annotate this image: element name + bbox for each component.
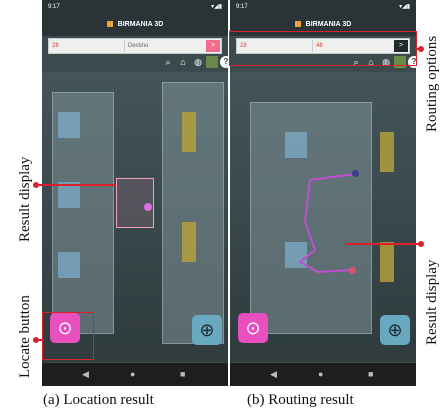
android-nav-bar: ◀ ● ■ — [230, 363, 416, 386]
window — [58, 182, 80, 208]
android-nav-bar: ◀ ● ■ — [42, 363, 228, 386]
search-icon[interactable]: ⌕ — [162, 56, 174, 68]
label-result-display: Result display — [424, 259, 440, 345]
window — [58, 112, 80, 138]
home-button-icon[interactable]: ● — [130, 369, 135, 379]
caption-location-result: (a) Location result — [43, 392, 154, 408]
callout-line — [415, 48, 419, 50]
result-marker[interactable] — [144, 203, 152, 211]
back-icon[interactable]: ◀ — [82, 369, 89, 380]
caption-routing-result: (b) Routing result — [247, 392, 354, 408]
status-bar: 9:17 ▾◢▮ — [230, 0, 416, 14]
routing-options-highlight — [229, 31, 417, 66]
help-icon[interactable]: ? — [220, 56, 228, 68]
go-button[interactable]: > — [206, 40, 220, 52]
route-start-marker[interactable] — [352, 170, 359, 177]
toolbar: ⌕ ⌂ ◍ ? — [162, 56, 228, 70]
wall-panel — [182, 222, 196, 262]
zoom-button[interactable]: ⊕ — [192, 315, 222, 345]
label-result-display: Result display — [17, 156, 33, 242]
status-time: 9:17 — [48, 4, 60, 10]
locate-button-highlight — [42, 312, 94, 360]
home-icon — [294, 21, 301, 28]
callout-line — [38, 184, 116, 186]
status-time: 9:17 — [236, 4, 248, 10]
label-locate-button: Locate button — [17, 295, 33, 378]
home-icon — [106, 21, 113, 28]
status-indicators: ▾◢▮ — [399, 4, 410, 10]
zoom-button[interactable]: ⊕ — [380, 315, 410, 345]
origin-input[interactable]: 28 — [49, 40, 125, 52]
label-routing-options: Routing options — [424, 35, 440, 132]
app-title: BIRMANIA 3D — [305, 21, 352, 28]
route-end-marker[interactable] — [349, 267, 356, 274]
routing-input-bar: 28 Destino > — [48, 38, 222, 54]
recent-apps-icon[interactable]: ■ — [368, 369, 373, 379]
destination-input[interactable]: Destino — [125, 40, 205, 52]
status-bar: 9:17 ▾◢▮ — [42, 0, 228, 14]
app-title: BIRMANIA 3D — [117, 21, 164, 28]
back-icon[interactable]: ◀ — [270, 369, 277, 380]
wall-panel — [182, 112, 196, 152]
status-indicators: ▾◢▮ — [211, 4, 222, 10]
globe-icon[interactable]: ◍ — [192, 56, 204, 68]
home-button-icon[interactable]: ● — [318, 369, 323, 379]
window — [58, 252, 80, 278]
map-tiles-icon[interactable] — [206, 56, 218, 68]
locate-button[interactable]: ⊙ — [238, 313, 268, 343]
callout-line — [345, 243, 419, 245]
callout-line — [38, 339, 44, 341]
app-title-bar: BIRMANIA 3D — [42, 14, 228, 36]
home-icon[interactable]: ⌂ — [177, 56, 189, 68]
recent-apps-icon[interactable]: ■ — [180, 369, 185, 379]
